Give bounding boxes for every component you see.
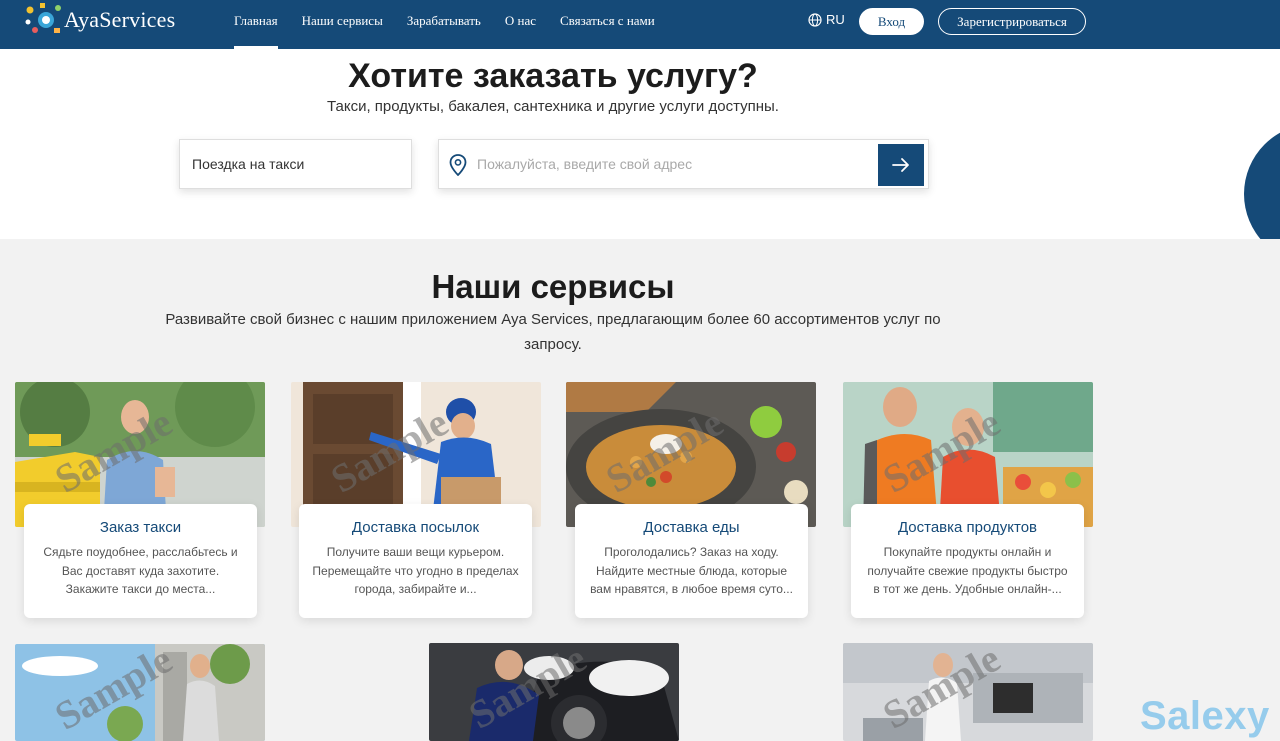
nav-home[interactable]: Главная — [234, 0, 278, 49]
search-submit-button[interactable] — [878, 144, 924, 186]
brand-logo[interactable]: AyaServices — [22, 0, 182, 40]
card-text: Покупайте продукты онлайн и получайте св… — [867, 545, 1068, 596]
login-button[interactable]: Вход — [859, 8, 924, 35]
service-card-grocery[interactable]: Доставка продуктов Покупайте продукты он… — [851, 504, 1084, 618]
card-title: Доставка продуктов — [897, 519, 1038, 536]
nav-earn[interactable]: Зарабатывать — [407, 0, 481, 49]
service-card-parcel[interactable]: Доставка посылок Получите ваши вещи курь… — [299, 504, 532, 618]
main-nav: Главная Наши сервисы Зарабатывать О нас … — [234, 0, 679, 49]
service-card-taxi[interactable]: Заказ такси Сядьте поудобнее, расслабьте… — [24, 504, 257, 618]
card-text: Получите ваши вещи курьером. Перемещайте… — [312, 545, 519, 596]
hero-subtitle: Такси, продукты, бакалея, сантехника и д… — [327, 98, 779, 115]
card-title: Доставка посылок — [351, 519, 480, 536]
services-description: Развивайте свой бизнес с нашим приложени… — [165, 311, 941, 353]
services-title: Наши сервисы — [431, 268, 675, 305]
nav-services[interactable]: Наши сервисы — [302, 0, 383, 49]
nav-about[interactable]: О нас — [505, 0, 536, 49]
location-pin-icon — [449, 154, 467, 176]
arrow-right-icon — [892, 158, 909, 172]
site-watermark: Salexy — [1140, 694, 1270, 738]
cleaning-service-image[interactable]: Sample — [843, 643, 1093, 741]
address-search-box — [438, 139, 929, 189]
card-text: Сядьте поудобнее, расслабьтесь и Вас дос… — [43, 545, 238, 596]
globe-icon — [808, 12, 822, 27]
top-navbar: AyaServices Главная Наши сервисы Зарабат… — [0, 0, 1280, 49]
logo-mark-icon — [22, 0, 66, 40]
service-card-food[interactable]: Доставка еды Проголодались? Заказ на ход… — [575, 504, 808, 618]
car-wash-service-image[interactable]: Sample — [429, 643, 679, 741]
card-title: Доставка еды — [643, 519, 740, 536]
decorative-blob — [1244, 124, 1280, 239]
nav-contact[interactable]: Связаться с нами — [560, 0, 655, 49]
service-type-select[interactable]: Поездка на такси — [179, 139, 412, 189]
hero-section: Хотите заказать услугу? Такси, продукты,… — [0, 49, 1280, 239]
card-title: Заказ такси — [99, 519, 182, 536]
courier-service-image[interactable]: Sample — [15, 644, 265, 741]
language-code: RU — [826, 12, 845, 27]
register-button[interactable]: Зарегистрироваться — [938, 8, 1086, 35]
card-text: Проголодались? Заказ на ходу. Найдите ме… — [590, 545, 793, 596]
logo-text: AyaServices — [64, 7, 176, 32]
language-selector[interactable]: RU — [808, 12, 845, 27]
address-input[interactable] — [477, 140, 877, 188]
hero-title: Хотите заказать услугу? — [348, 57, 758, 95]
